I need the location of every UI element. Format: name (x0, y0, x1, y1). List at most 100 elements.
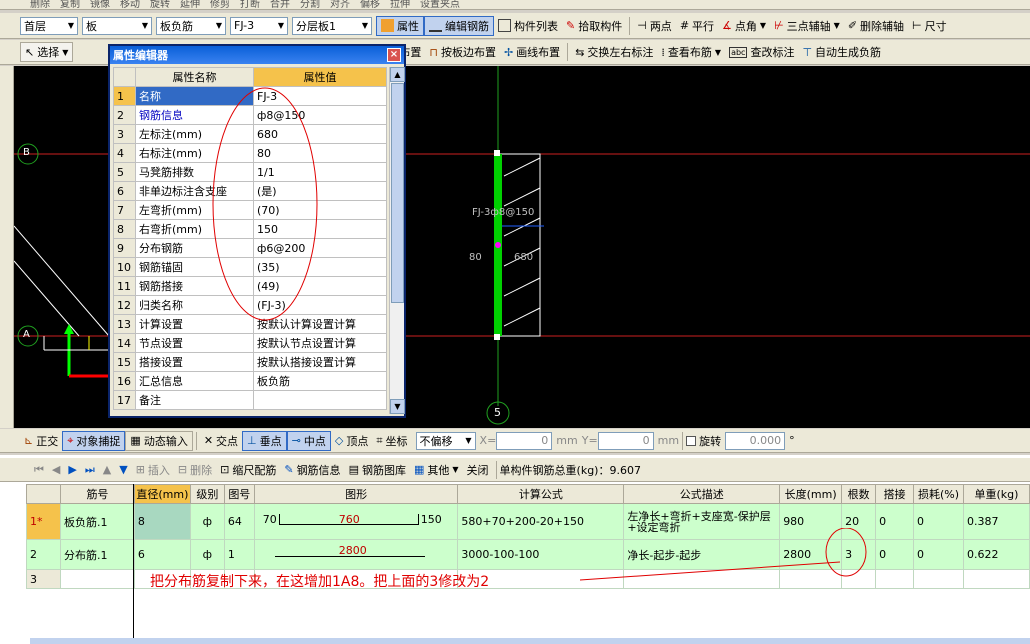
property-button[interactable]: 属性 (376, 15, 424, 36)
cell-bar-no[interactable]: 板负筋.1 (59, 503, 135, 540)
close-icon[interactable]: × (387, 48, 401, 62)
x-input[interactable]: 0 (496, 431, 553, 450)
floor-select[interactable]: 首层 ▼ (20, 16, 78, 35)
cell-grade[interactable]: ф (189, 503, 225, 540)
property-row-number: 15 (113, 352, 136, 372)
insert-button[interactable]: ⊞ 插入 (132, 460, 174, 480)
last-record-icon[interactable]: ⏭ (81, 460, 99, 480)
cell-loss[interactable] (913, 569, 964, 589)
separator (495, 460, 497, 479)
first-record-icon[interactable]: ⏮ (30, 460, 48, 480)
cell-bar-no[interactable]: 分布筋.1 (59, 539, 135, 570)
next-record-icon[interactable]: ▶ (64, 460, 80, 480)
line-layout-button[interactable]: ✢ 画线布置 (500, 42, 564, 62)
rotate-label: 旋转 (699, 434, 722, 448)
slab-edge-layout-button[interactable]: ⊓ 按板边布置 (425, 42, 500, 62)
property-name: 节点设置 (135, 333, 254, 353)
cell-weight[interactable] (962, 569, 1030, 589)
rotate-checkbox[interactable] (686, 435, 697, 446)
cell-diameter[interactable]: 6 (133, 539, 191, 570)
parallel-button[interactable]: # 平行 (676, 16, 718, 36)
cell-lap[interactable]: 0 (875, 503, 915, 540)
property-row[interactable]: 17 备注 (113, 390, 387, 410)
swap-marks-button[interactable]: ⇆ 交换左右标注 (571, 42, 657, 62)
edit-rebar-button[interactable]: 编辑钢筋 (424, 15, 494, 36)
cell-grade[interactable]: ф (189, 539, 225, 570)
dynamic-input-button[interactable]: ▦ 动态输入 (125, 430, 193, 451)
property-scrollbar[interactable]: ▲ ▼ (389, 67, 405, 414)
close-panel-button[interactable]: 关闭 (463, 460, 493, 480)
component-list-button[interactable]: 构件列表 (494, 16, 562, 36)
intersection-button[interactable]: ✕ 交点 (200, 431, 242, 451)
cell-loss[interactable]: 0 (913, 539, 964, 570)
cell-lap[interactable]: 0 (875, 539, 915, 570)
top-toolbar-items: 删除 复制 镜像 移动 旋转 延伸 修剪 打断 合并 分割 对齐 偏移 拉伸 设… (30, 0, 460, 10)
property-name: 搭接设置 (135, 352, 254, 372)
edit-marks-button[interactable]: abc 查改标注 (725, 42, 798, 62)
ortho-button[interactable]: ⊾ 正交 (20, 431, 62, 451)
point-angle-button[interactable]: ∡ 点角 ▼ (718, 16, 770, 36)
offset-select[interactable]: 不偏移 ▼ (415, 431, 476, 450)
annotation-text: 把分布筋复制下来，在这增加1A8。把上面的3修改为2 (150, 574, 490, 590)
scroll-up-icon[interactable]: ▲ (390, 67, 405, 82)
object-snap-button[interactable]: ⌖ 对象捕捉 (62, 430, 126, 451)
y-input[interactable]: 0 (597, 431, 654, 450)
cell-loss[interactable]: 0 (913, 503, 964, 540)
grip-bottom[interactable] (494, 334, 500, 340)
property-editor-titlebar[interactable]: 属性编辑器 × (110, 46, 404, 64)
two-point-button[interactable]: ⊣ 两点 (633, 16, 676, 36)
scale-rebar-button[interactable]: ⊡ 缩尺配筋 (216, 460, 280, 480)
x-unit: mm (556, 434, 578, 447)
property-row[interactable]: 15 搭接设置 按默认搭接设置计算 (113, 352, 387, 372)
category-select[interactable]: 板 ▼ (82, 16, 152, 35)
three-point-aux-button[interactable]: ⊬ 三点辅轴 ▼ (770, 16, 844, 36)
midpoint-button[interactable]: ⊸ 中点 (286, 430, 331, 451)
rotate-input[interactable]: 0.000 (725, 431, 786, 450)
property-row[interactable]: 14 节点设置 按默认节点设置计算 (113, 333, 387, 353)
cell-shape[interactable]: 70 760 150 (253, 503, 459, 540)
horizontal-scrollbar[interactable] (30, 638, 1030, 644)
diagonal-line (14, 225, 110, 337)
dimension-button[interactable]: ⊢ 尺寸 (908, 16, 951, 36)
prev-record-icon[interactable]: ◀ (48, 460, 64, 480)
property-row[interactable]: 16 汇总信息 板负筋 (113, 371, 387, 391)
move-up-icon[interactable]: ▲ (99, 460, 115, 480)
rebar-info-button[interactable]: ✎ 钢筋信息 (280, 460, 344, 480)
type-select[interactable]: 板负筋 ▼ (156, 16, 226, 35)
header-bar-no: 筋号 (59, 484, 135, 504)
property-value[interactable]: 按默认节点设置计算 (253, 333, 387, 353)
list-icon (498, 19, 511, 32)
scroll-thumb[interactable] (391, 83, 404, 303)
view-rebar-button[interactable]: ⁞ 查看布筋 ▼ (657, 42, 725, 62)
shape-hook-right (417, 514, 419, 525)
property-value[interactable] (253, 390, 387, 410)
cell-lap[interactable] (875, 569, 915, 589)
perpendicular-icon: ⊥ (247, 434, 257, 447)
cell-weight[interactable]: 0.387 (962, 503, 1030, 540)
select-button[interactable]: ↖ 选择 ▼ (20, 42, 74, 62)
cell-fig-no[interactable]: 64 (223, 503, 255, 540)
property-value[interactable]: 按默认搭接设置计算 (253, 352, 387, 372)
delete-button[interactable]: ⊟ 删除 (174, 460, 216, 480)
move-down-icon[interactable]: ▼ (115, 460, 131, 480)
cell-fig-no[interactable]: 1 (223, 539, 255, 570)
cell-weight[interactable]: 0.622 (962, 539, 1030, 570)
grip-top[interactable] (494, 150, 500, 156)
other-button[interactable]: ▦ 其他 ▼ (410, 460, 463, 480)
cell-shape[interactable]: 2800 (253, 539, 459, 570)
slab-edge-icon: ⊓ (429, 45, 438, 59)
rebar-library-button[interactable]: ▤ 钢筋图库 (345, 460, 410, 480)
delete-aux-button[interactable]: ✐ 删除辅轴 (844, 16, 908, 36)
scroll-down-icon[interactable]: ▼ (390, 399, 405, 414)
cell-diameter[interactable]: 8 (133, 503, 191, 540)
property-value[interactable]: 板负筋 (253, 371, 387, 391)
layer-select[interactable]: 分层板1 ▼ (292, 16, 372, 35)
coordinate-button[interactable]: ⌗ 坐标 (372, 431, 411, 451)
cell-bar-no[interactable] (59, 569, 135, 589)
property-editor-window[interactable]: 属性编辑器 × 属性名称 属性值 1 名称 FJ-3 2 钢筋信息 ф8@150 3 左标注(… (108, 44, 406, 418)
auto-neg-rebar-button[interactable]: ⊤ 自动生成负筋 (798, 42, 885, 62)
perpendicular-button[interactable]: ⊥ 垂点 (242, 430, 287, 451)
component-select[interactable]: FJ-3 ▼ (230, 16, 288, 35)
vertex-button[interactable]: ◇ 顶点 (331, 431, 372, 451)
pick-component-button[interactable]: ✎ 拾取构件 (562, 16, 626, 36)
